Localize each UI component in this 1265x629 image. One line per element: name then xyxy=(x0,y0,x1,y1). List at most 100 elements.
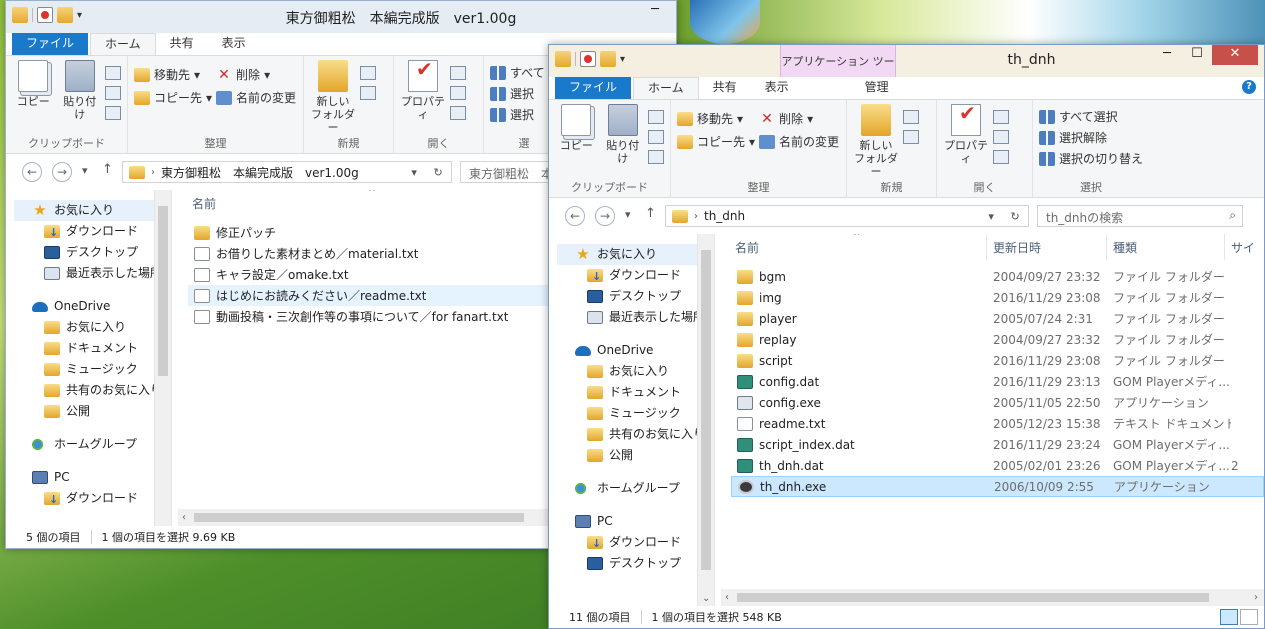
nav-pc-desktop[interactable]: デスクトップ xyxy=(557,553,697,574)
nav-documents[interactable]: ドキュメント xyxy=(14,338,154,359)
tab-file[interactable]: ファイル xyxy=(12,33,89,55)
file-row[interactable]: script 2016/11/29 23:08 ファイル フォルダー xyxy=(731,350,1264,371)
nav-public[interactable]: 公開 xyxy=(14,401,154,422)
nav-music[interactable]: ミュージック xyxy=(14,359,154,380)
scissors-icon[interactable] xyxy=(105,66,121,80)
file-row[interactable]: script_index.dat 2016/11/29 23:24 GOM Play… xyxy=(731,434,1264,455)
select-all-button[interactable]: すべて xyxy=(490,64,545,81)
copy-path-icon[interactable] xyxy=(648,130,664,144)
file-row[interactable]: config.exe 2005/11/05 22:50 アプリケーション xyxy=(731,392,1264,413)
edit-icon[interactable] xyxy=(450,86,466,100)
tab-home[interactable]: ホーム xyxy=(90,33,156,55)
nav-favorites[interactable]: ★ お気に入り xyxy=(14,200,154,221)
open-icon[interactable] xyxy=(450,66,466,80)
nav-pc-downloads[interactable]: ダウンロード xyxy=(557,532,697,554)
title-bar[interactable]: ▾ 東方御粗松 本編完成版 ver1.00g ─ xyxy=(6,1,676,33)
easy-access-icon[interactable] xyxy=(360,86,376,100)
tab-share[interactable]: 共有 xyxy=(156,33,208,55)
scroll-thumb[interactable] xyxy=(701,250,711,570)
new-item-icon[interactable] xyxy=(903,110,919,124)
back-button[interactable]: ← xyxy=(22,162,42,182)
explorer-window-th-dnh[interactable]: ▾ アプリケーション ツール th_dnh ─ ☐ ✕ ファイル ホーム 共有 … xyxy=(548,44,1265,629)
nav-od-favorites[interactable]: お気に入り xyxy=(557,361,697,382)
help-icon[interactable]: ? xyxy=(1242,80,1256,94)
nav-onedrive[interactable]: OneDrive xyxy=(557,340,697,361)
tab-view[interactable]: 表示 xyxy=(751,77,803,99)
copy-to-button[interactable]: コピー先 ▾ xyxy=(677,133,755,150)
maximize-button[interactable]: ☐ xyxy=(1182,45,1212,65)
nav-homegroup[interactable]: ホームグループ xyxy=(14,434,154,455)
nav-desktop[interactable]: デスクトップ xyxy=(14,242,154,263)
tab-view[interactable]: 表示 xyxy=(208,33,260,55)
easy-access-icon[interactable] xyxy=(903,130,919,144)
file-row[interactable]: img 2016/11/29 23:08 ファイル フォルダー xyxy=(731,287,1264,308)
file-row[interactable]: replay 2004/09/27 23:32 ファイル フォルダー xyxy=(731,329,1264,350)
column-date[interactable]: 更新日時 xyxy=(987,234,1107,260)
details-view-icon[interactable] xyxy=(1220,609,1238,625)
tab-share[interactable]: 共有 xyxy=(699,77,751,99)
edit-icon[interactable] xyxy=(993,130,1009,144)
tab-manage[interactable]: 管理 xyxy=(819,77,935,99)
nav-documents[interactable]: ドキュメント xyxy=(557,382,697,403)
close-button[interactable]: ✕ xyxy=(1212,45,1258,65)
move-to-button[interactable]: 移動先 ▾ xyxy=(134,66,212,83)
title-bar[interactable]: ▾ アプリケーション ツール th_dnh ─ ☐ ✕ xyxy=(549,45,1264,102)
minimize-button[interactable]: ─ xyxy=(1152,45,1182,65)
nav-shared-favorites[interactable]: 共有のお気に入り xyxy=(557,424,705,445)
nav-scrollbar[interactable] xyxy=(154,190,171,526)
file-row[interactable]: bgm 2004/09/27 23:32 ファイル フォルダー xyxy=(731,266,1264,287)
nav-pc-downloads[interactable]: ダウンロード xyxy=(14,488,154,510)
refresh-icon[interactable]: ↻ xyxy=(1010,210,1019,223)
scroll-left-icon[interactable]: ‹ xyxy=(725,592,729,603)
scroll-thumb[interactable] xyxy=(737,593,1209,602)
back-button[interactable]: ← xyxy=(565,206,585,226)
invert-selection-button[interactable]: 選択 xyxy=(490,106,545,123)
copy-path-icon[interactable] xyxy=(105,86,121,100)
file-row[interactable]: readme.txt 2005/12/23 15:38 テキスト ドキュメント xyxy=(731,413,1264,434)
move-to-button[interactable]: 移動先 ▾ xyxy=(677,110,755,127)
scroll-thumb[interactable] xyxy=(194,513,524,522)
up-button[interactable]: ↑ xyxy=(645,206,656,221)
file-row[interactable]: th_dnh.dat 2005/02/01 23:26 GOM Playerメディ.… xyxy=(731,455,1264,476)
rename-button[interactable]: 名前の変更 xyxy=(216,89,296,106)
chevron-down-icon[interactable]: ▾ xyxy=(411,166,417,179)
nav-desktop[interactable]: デスクトップ xyxy=(557,286,697,307)
nav-od-favorites[interactable]: お気に入り xyxy=(14,317,154,338)
select-none-button[interactable]: 選択 xyxy=(490,85,545,102)
nav-recent[interactable]: 最近表示した場所 xyxy=(14,263,162,284)
nav-homegroup[interactable]: ホームグループ xyxy=(557,478,697,499)
scissors-icon[interactable] xyxy=(648,110,664,124)
paste-shortcut-icon[interactable] xyxy=(105,106,121,120)
nav-downloads[interactable]: ダウンロード xyxy=(557,265,697,287)
scroll-left-icon[interactable]: ‹ xyxy=(182,512,186,523)
nav-onedrive[interactable]: OneDrive xyxy=(14,296,154,317)
file-row-selected[interactable]: th_dnh.exe 2006/10/09 2:55 アプリケーション xyxy=(731,476,1264,497)
file-row[interactable]: config.dat 2016/11/29 23:13 GOM Playerメディ.… xyxy=(731,371,1264,392)
minimize-button[interactable]: ─ xyxy=(640,1,670,21)
search-input[interactable]: th_dnhの検索 ⌕ xyxy=(1037,205,1243,227)
large-icons-view-icon[interactable] xyxy=(1240,609,1258,625)
search-icon[interactable]: ⌕ xyxy=(1229,208,1236,223)
nav-public[interactable]: 公開 xyxy=(557,445,697,466)
address-bar[interactable]: › th_dnh ▾ ↻ xyxy=(665,205,1029,227)
address-bar[interactable]: › 東方御粗松 本編完成版 ver1.00g ▾ ↻ xyxy=(122,161,452,183)
file-row[interactable]: player 2005/07/24 2:31 ファイル フォルダー xyxy=(731,308,1264,329)
tab-file[interactable]: ファイル xyxy=(555,77,632,99)
open-icon[interactable] xyxy=(993,110,1009,124)
nav-music[interactable]: ミュージック xyxy=(557,403,697,424)
delete-button[interactable]: ✕ 削除 ▾ xyxy=(759,110,839,127)
history-icon[interactable] xyxy=(993,150,1009,164)
forward-button[interactable]: → xyxy=(52,162,72,182)
scroll-right-icon[interactable]: › xyxy=(1254,592,1258,603)
up-button[interactable]: ↑ xyxy=(102,162,113,177)
scroll-thumb[interactable] xyxy=(158,206,168,376)
horizontal-scrollbar[interactable]: ‹ › xyxy=(721,589,1264,606)
copy-to-button[interactable]: コピー先 ▾ xyxy=(134,89,212,106)
nav-pc[interactable]: PC xyxy=(557,511,697,532)
recent-locations-button[interactable]: ▾ xyxy=(625,208,631,221)
history-icon[interactable] xyxy=(450,106,466,120)
select-all-button[interactable]: すべて選択 xyxy=(1039,108,1143,125)
nav-favorites[interactable]: ★ お気に入り xyxy=(557,244,697,265)
nav-pc[interactable]: PC xyxy=(14,467,154,488)
chevron-down-icon[interactable]: ▾ xyxy=(988,210,994,223)
